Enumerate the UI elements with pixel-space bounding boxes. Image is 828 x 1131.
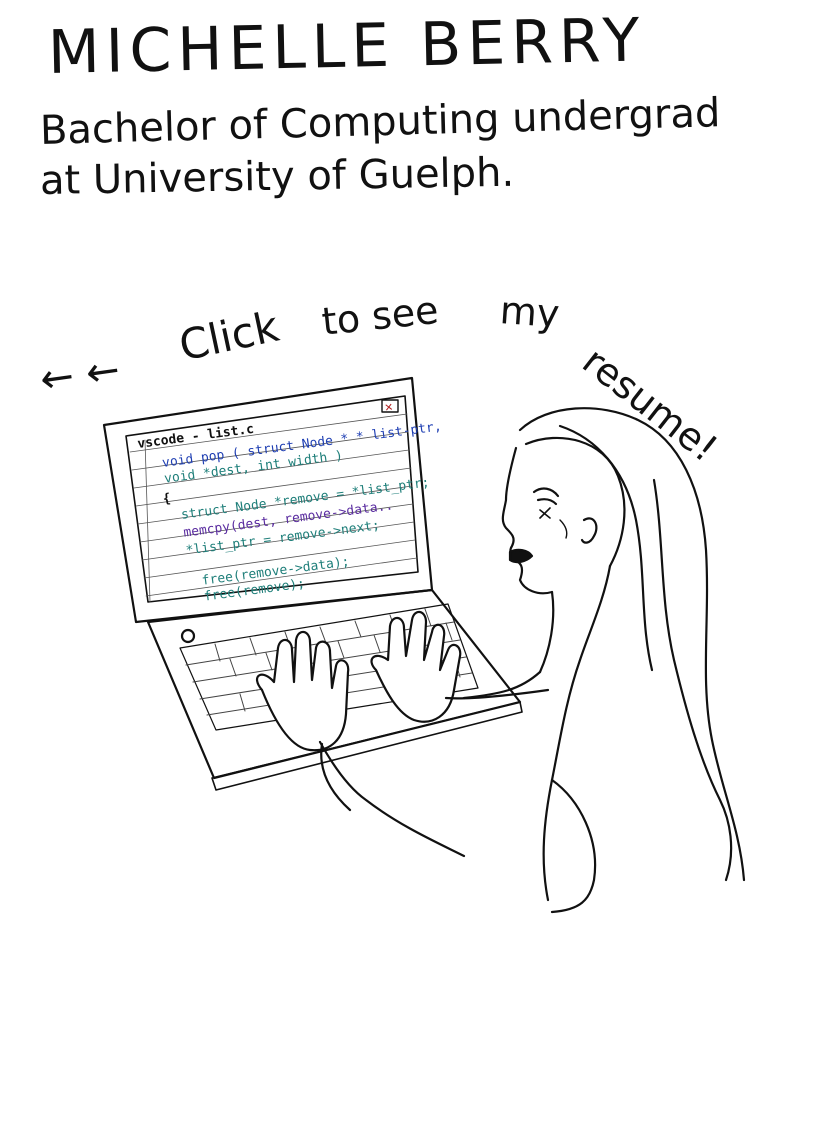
code-line-3: { bbox=[162, 491, 172, 507]
page-title: MICHELLE BERRY bbox=[47, 5, 647, 88]
hands bbox=[256, 610, 462, 752]
cta-text-click: Click bbox=[174, 301, 283, 371]
subtitle-line-2: at University of Guelph. bbox=[39, 149, 515, 204]
resume-link[interactable]: ← ← Click to see my resume! bbox=[37, 288, 760, 471]
cta-text-my: my bbox=[498, 288, 561, 337]
arrow-left-icon: ← ← bbox=[37, 346, 123, 404]
woman-figure bbox=[462, 407, 746, 914]
cta-text-to-see: to see bbox=[319, 287, 441, 344]
